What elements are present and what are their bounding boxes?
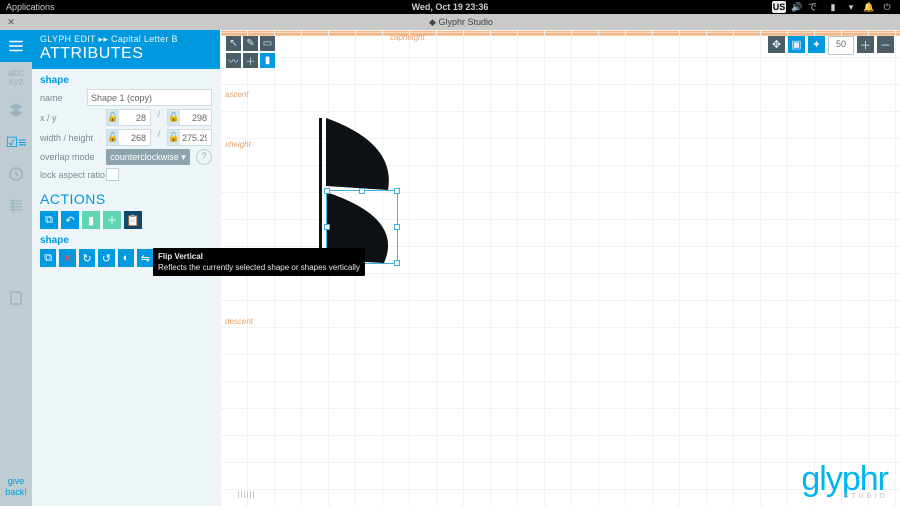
give-back-l2: back!	[5, 487, 27, 497]
arrow-tool[interactable]: ↖	[226, 36, 241, 51]
pointer-tool[interactable]: ▮	[260, 53, 275, 68]
flip-horizontal-button[interactable]: ◐	[118, 249, 134, 267]
give-back-l1: give	[8, 476, 25, 486]
rotate-ccw-button[interactable]: ↺	[98, 249, 114, 267]
lock-aspect-checkbox[interactable]	[106, 168, 119, 181]
duplicate-shape-button[interactable]: ⧉	[40, 249, 56, 267]
zoom-out-button[interactable]: －	[877, 36, 894, 53]
name-label: name	[40, 93, 87, 103]
clock-icon	[7, 165, 25, 183]
guides-icon	[7, 197, 25, 215]
add-shape-button[interactable]: ▮	[82, 211, 100, 229]
width-input[interactable]	[119, 130, 150, 145]
descent-label: descent	[225, 317, 253, 326]
shape-tool[interactable]: ▭	[260, 36, 275, 51]
overlap-info-icon[interactable]: ?	[196, 149, 212, 165]
copy-button[interactable]: ⧉	[40, 211, 58, 229]
crumb-section: GLYPH EDIT	[40, 34, 96, 44]
zoom-value[interactable]: 50	[828, 36, 854, 55]
guides-button[interactable]	[0, 190, 32, 222]
shape-name-input[interactable]	[87, 89, 212, 106]
xheight-label: xheight	[225, 140, 251, 149]
capheight-label: capheight	[390, 33, 425, 42]
tooltip: Flip Vertical Reflects the currently sel…	[153, 248, 365, 276]
y-input[interactable]	[180, 110, 211, 125]
path-tool[interactable]: 〰	[226, 53, 241, 68]
snap-toggle[interactable]: ✦	[808, 36, 825, 53]
glyphs-button[interactable]: abcxyz	[0, 62, 32, 94]
add-path-button[interactable]: ＋	[103, 211, 121, 229]
actions-heading: ACTIONS	[40, 191, 212, 207]
xy-label: x / y	[40, 113, 106, 123]
give-back-link[interactable]: give back!	[0, 476, 32, 498]
menu-button[interactable]	[0, 30, 32, 62]
fit-view-button[interactable]: ▣	[788, 36, 805, 53]
canvas-tools-right: ✥ ▣ ✦ 50 ＋ －	[768, 36, 894, 55]
section-shape-2: shape	[40, 235, 212, 246]
rotate-cw-button[interactable]: ↻	[79, 249, 95, 267]
wh-slash: /	[155, 129, 163, 146]
breadcrumb: GLYPH EDIT ▸▸ Capital Letter B	[40, 34, 212, 45]
crumb-sep: ▸▸	[99, 34, 111, 44]
xy-slash: /	[155, 109, 163, 126]
delete-shape-button[interactable]: ✕	[59, 249, 75, 267]
height-input[interactable]	[180, 130, 211, 145]
layers-button[interactable]	[0, 94, 32, 126]
panel-resize-handle[interactable]	[238, 491, 254, 498]
undo-button[interactable]: ↶	[61, 211, 79, 229]
lock-h-icon[interactable]: 🔓	[168, 130, 180, 145]
ascent-label: ascent	[225, 90, 249, 99]
tooltip-title: Flip Vertical	[158, 251, 360, 262]
overlap-label: overlap mode	[40, 152, 106, 162]
paste-button[interactable]: 📋	[124, 211, 142, 229]
lock-aspect-label: lock aspect ratio	[40, 170, 106, 180]
pan-tool[interactable]: ✥	[768, 36, 785, 53]
save-icon	[7, 289, 25, 307]
tooltip-body: Reflects the currently selected shape or…	[158, 262, 360, 273]
close-tab-icon[interactable]: ✕	[0, 17, 22, 28]
canvas-tools-left: ↖ ✎ ▭ 〰 ＋ ▮	[226, 36, 275, 68]
mirror-button[interactable]: ⇋	[137, 249, 153, 267]
overlap-mode-select[interactable]: counterclockwise ▾	[106, 149, 190, 165]
crumb-glyph[interactable]: Capital Letter B	[111, 34, 178, 44]
save-button[interactable]	[0, 282, 32, 314]
lock-w-icon[interactable]: 🔓	[107, 130, 119, 145]
checklist-button[interactable]: ☑≡	[0, 126, 32, 158]
panel-title: ATTRIBUTES	[40, 45, 212, 63]
hamburger-icon	[7, 37, 25, 55]
layers-icon	[7, 101, 25, 119]
wh-label: width / height	[40, 133, 106, 143]
zoom-in-button[interactable]: ＋	[857, 36, 874, 53]
history-button[interactable]	[0, 158, 32, 190]
lock-x-icon[interactable]: 🔓	[107, 110, 119, 125]
window-title: ◆ Glyphr Studio	[22, 17, 900, 28]
lock-y-icon[interactable]: 🔓	[168, 110, 180, 125]
add-point-tool[interactable]: ＋	[243, 53, 258, 68]
section-shape: shape	[40, 75, 212, 86]
x-input[interactable]	[119, 110, 150, 125]
os-clock: Wed, Oct 19 23:36	[0, 2, 900, 12]
glyphr-logo: glyphr STUDIO	[801, 460, 888, 500]
pen-tool[interactable]: ✎	[243, 36, 258, 51]
